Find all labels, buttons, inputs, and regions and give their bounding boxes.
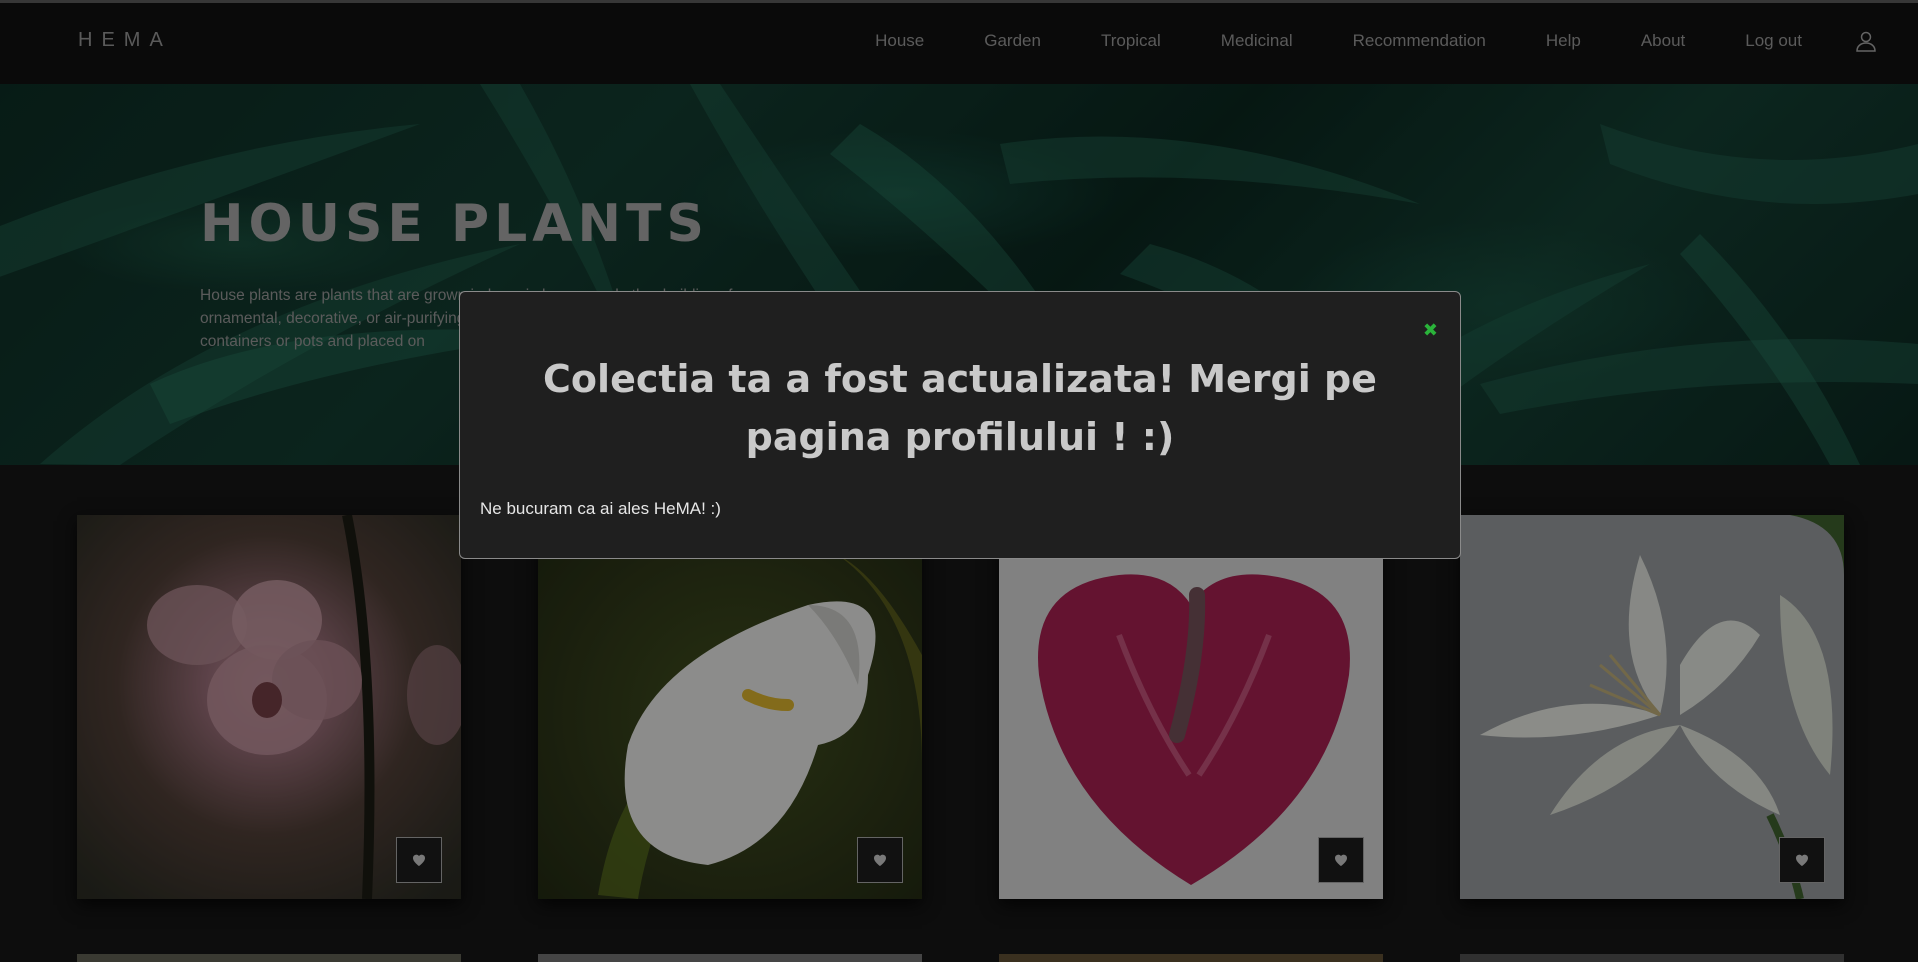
modal-heading: Colectia ta a fost actualizata! Mergi pe…: [543, 357, 1377, 459]
favorite-button[interactable]: [1779, 837, 1825, 883]
product-card-row2[interactable]: [1460, 954, 1844, 962]
product-card-row2[interactable]: [999, 954, 1383, 962]
main-nav: House Garden Tropical Medicinal Recommen…: [875, 29, 1918, 53]
heart-icon: [874, 854, 886, 866]
nav-tropical[interactable]: Tropical: [1101, 31, 1161, 51]
close-icon[interactable]: ✖: [1423, 322, 1438, 340]
favorite-button[interactable]: [857, 837, 903, 883]
nav-house[interactable]: House: [875, 31, 924, 51]
confirmation-modal: ✖ Colectia ta a fost actualizata! Mergi …: [459, 291, 1461, 559]
nav-garden[interactable]: Garden: [984, 31, 1041, 51]
heart-icon: [1796, 854, 1808, 866]
product-card-anthurium[interactable]: [999, 515, 1383, 899]
nav-help[interactable]: Help: [1546, 31, 1581, 51]
modal-message: Ne bucuram ca ai ales HeMA! :): [480, 499, 721, 518]
nav-recommendation[interactable]: Recommendation: [1353, 31, 1486, 51]
brand-logo[interactable]: HEMA: [78, 29, 172, 52]
product-card-row2[interactable]: [538, 954, 922, 962]
nav-medicinal[interactable]: Medicinal: [1221, 31, 1293, 51]
nav-logout[interactable]: Log out: [1745, 31, 1802, 51]
favorite-button[interactable]: [1318, 837, 1364, 883]
top-navbar: HEMA House Garden Tropical Medicinal Rec…: [0, 0, 1918, 84]
page-title: HOUSE PLANTS: [200, 194, 709, 254]
heart-icon: [1335, 854, 1347, 866]
favorite-button[interactable]: [396, 837, 442, 883]
heart-icon: [413, 854, 425, 866]
product-card-white-lily[interactable]: [1460, 515, 1844, 899]
product-card-row2[interactable]: [77, 954, 461, 962]
product-card-calla-lily[interactable]: [538, 515, 922, 899]
user-icon[interactable]: [1854, 29, 1878, 53]
product-card-orchid[interactable]: [77, 515, 461, 899]
nav-about[interactable]: About: [1641, 31, 1685, 51]
